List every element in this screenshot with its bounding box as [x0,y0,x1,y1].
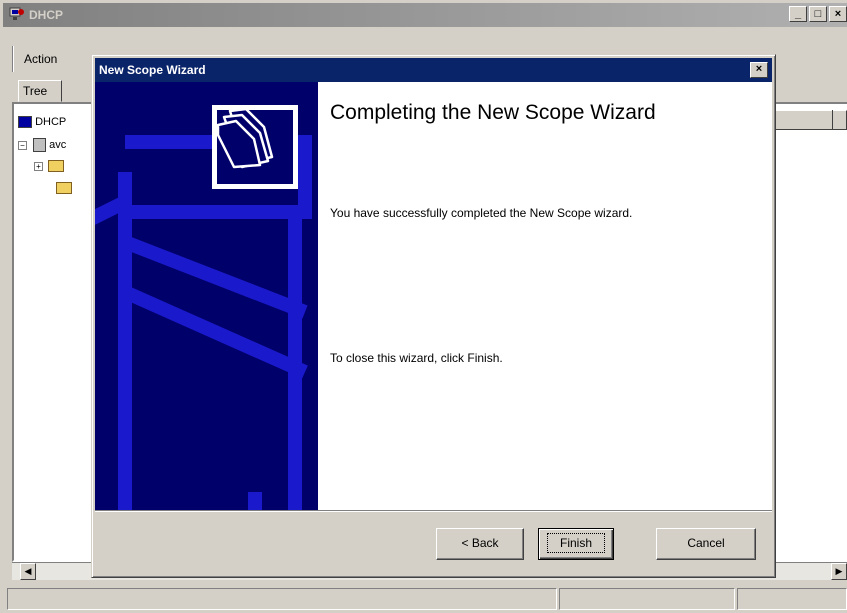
action-menu[interactable]: Action [16,48,65,72]
tree-tab-label: Tree [23,84,48,98]
dialog-title: New Scope Wizard [99,63,206,77]
dhcp-titlebar[interactable]: DHCP _ □ × [3,3,847,27]
scroll-left-icon[interactable]: ◀ [20,563,36,580]
close-icon[interactable]: × [750,62,768,78]
status-cell [559,588,735,610]
close-instruction: To close this wizard, click Finish. [330,351,503,365]
tree-pane[interactable]: DHCP − avc + [12,102,94,562]
folder-icon [56,182,72,195]
tree-item-label: avc [49,138,67,151]
back-button[interactable]: < Back [436,528,524,560]
status-bar [3,588,847,610]
maximize-button[interactable]: □ [809,6,827,22]
close-window-button[interactable]: × [829,6,847,22]
scroll-right-icon[interactable]: ▶ [831,563,847,580]
button-divider [95,510,772,512]
finish-button-label: Finish [546,533,605,553]
expand-icon: − [18,140,27,150]
minimize-button[interactable]: _ [789,6,807,22]
cancel-button[interactable]: Cancel [656,528,756,560]
status-cell [737,588,847,610]
status-cell [7,588,557,610]
finish-button[interactable]: Finish [538,528,614,560]
folder-icon [48,160,65,173]
server-icon [33,138,47,152]
tree-item-label: DHCP [35,116,67,128]
tree-item-folder[interactable]: + [34,160,65,173]
cancel-button-label: Cancel [687,536,725,550]
tab-tree[interactable]: Tree [18,80,62,102]
dialog-titlebar[interactable]: New Scope Wizard × [95,58,772,82]
back-button-label: < Back [461,536,499,550]
new-scope-wizard-dialog: New Scope Wizard × Completing the New Sc… [91,54,776,578]
wizard-body: Completing the New Scope Wizard You have… [95,82,772,510]
tree-item-dhcp[interactable]: DHCP [18,116,67,129]
action-menu-label: Action [24,52,58,66]
wizard-heading: Completing the New Scope Wizard [330,101,656,124]
dhcp-server-icon [9,7,25,23]
tree-item-folder[interactable] [56,182,72,195]
folders-icon [212,105,298,189]
dhcp-server-icon [18,116,32,129]
column-header-divider [832,110,847,130]
window-title: DHCP [29,8,64,22]
tree-item-server[interactable]: − avc [18,138,66,152]
wizard-banner [95,82,318,510]
expand-icon: + [34,161,43,171]
toolbar-separator [12,46,14,72]
wizard-content: Completing the New Scope Wizard [330,102,760,124]
completion-message: You have successfully completed the New … [330,206,633,220]
details-pane [772,102,847,562]
